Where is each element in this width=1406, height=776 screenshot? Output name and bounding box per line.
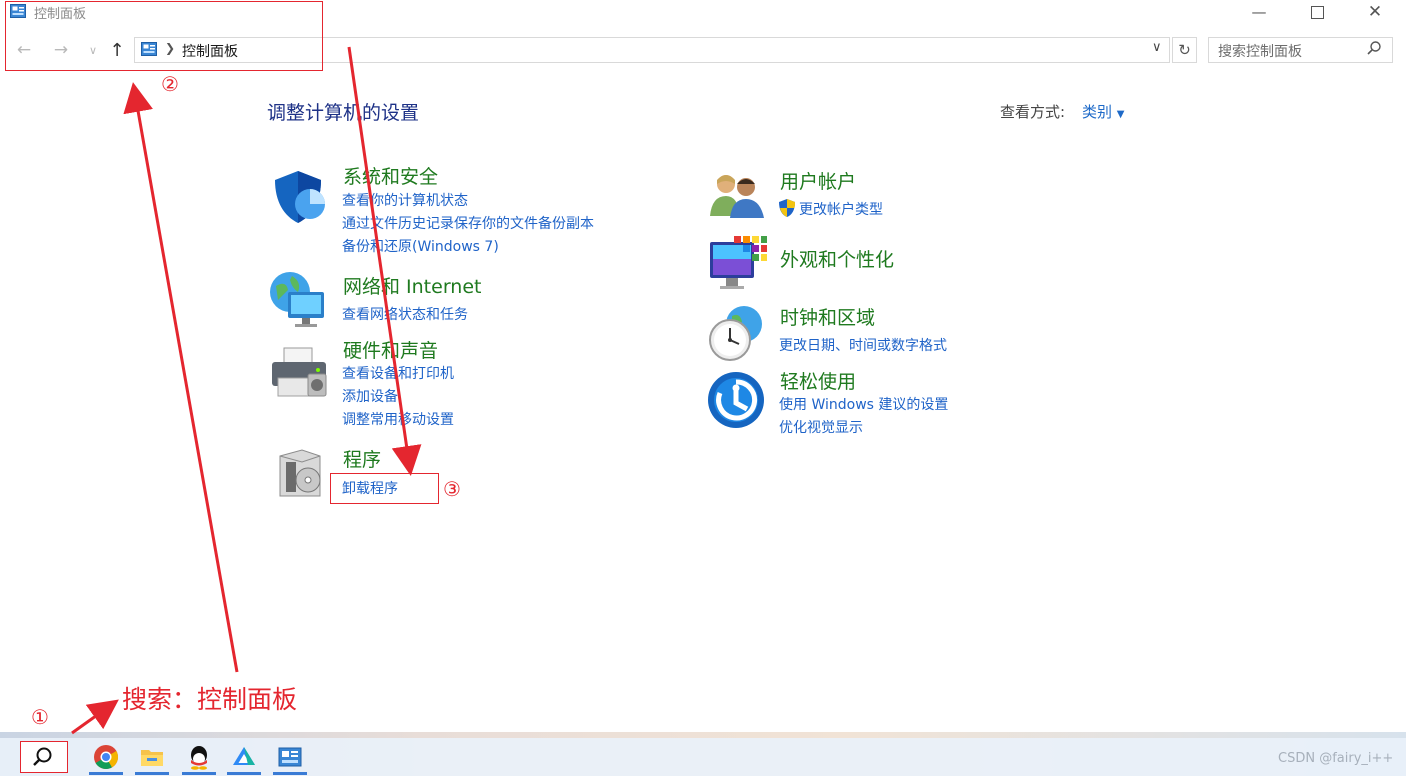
arrow-to-search bbox=[71, 699, 119, 735]
arrow-to-uninstall bbox=[347, 46, 422, 476]
annotation-arrows bbox=[71, 46, 422, 735]
arrow-to-address-bar bbox=[123, 82, 239, 673]
